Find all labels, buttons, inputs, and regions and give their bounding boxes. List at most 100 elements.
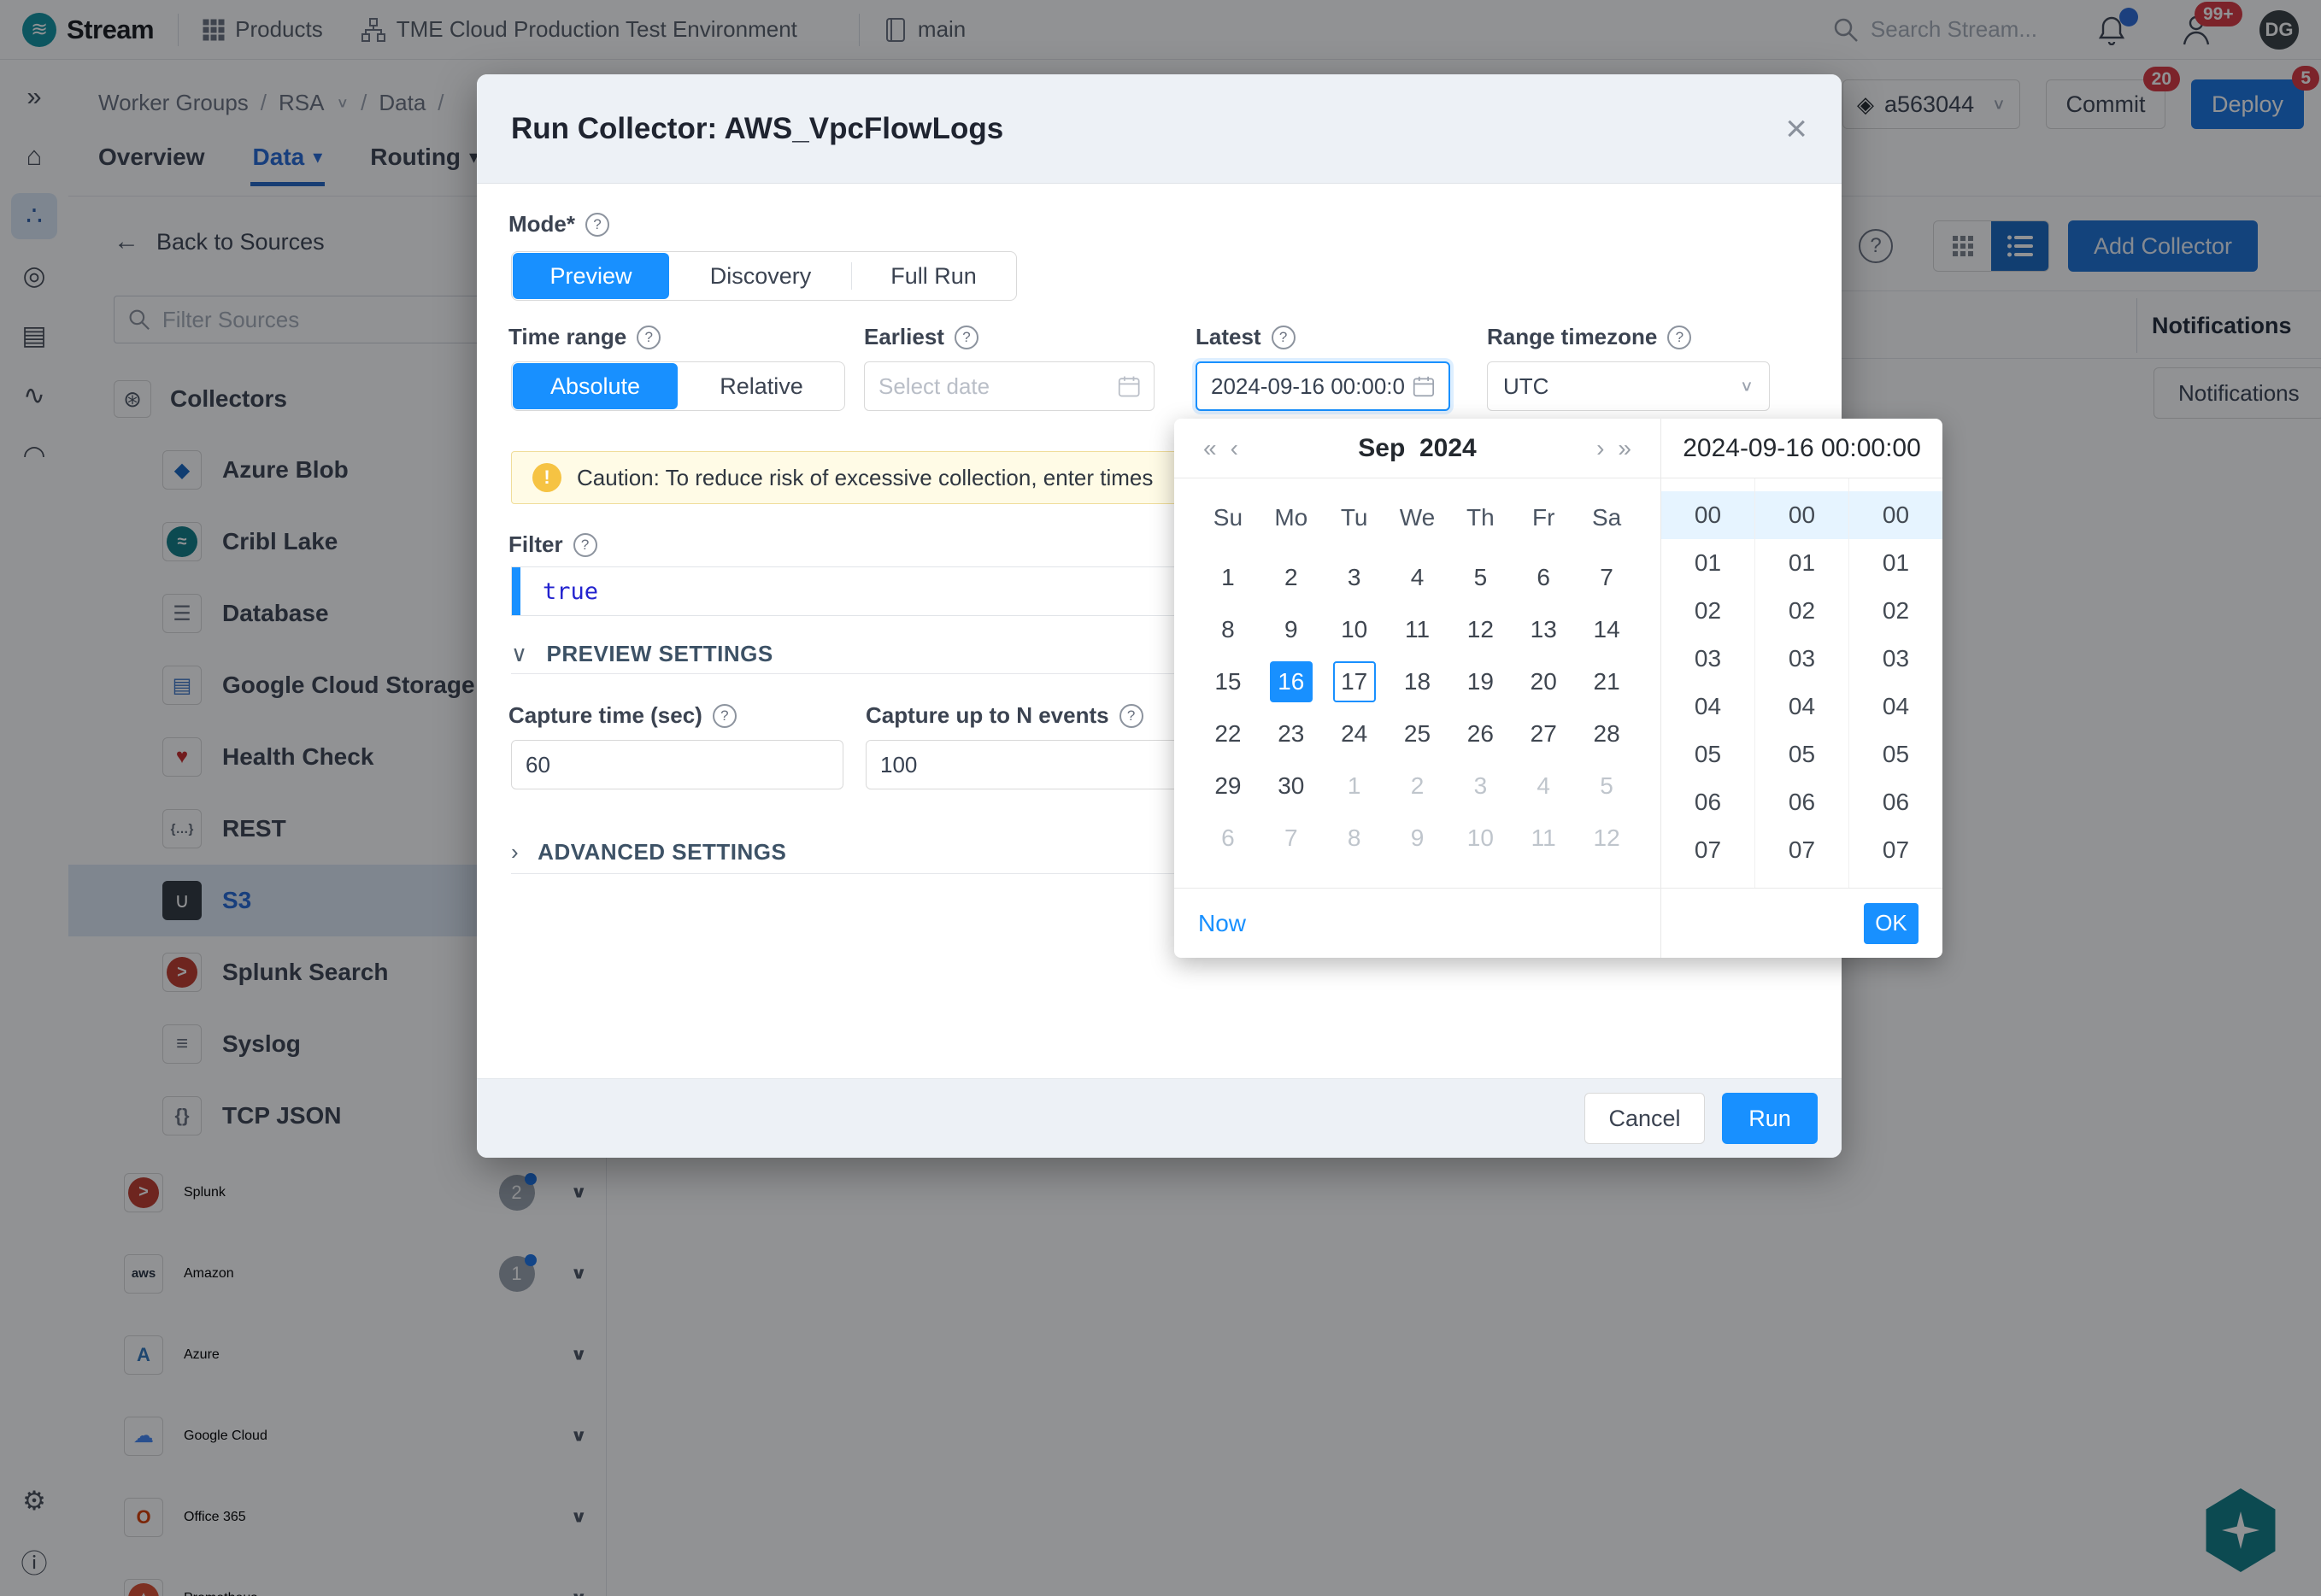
date-cell[interactable]: 7 [1260,812,1323,864]
date-cell[interactable]: 17 [1323,655,1386,707]
date-cell[interactable]: 10 [1448,812,1512,864]
latest-date-field[interactable] [1211,373,1404,400]
cancel-button[interactable]: Cancel [1584,1093,1705,1144]
date-cell[interactable]: 29 [1196,760,1260,812]
date-cell[interactable]: 21 [1575,655,1638,707]
close-icon[interactable]: × [1785,110,1807,148]
seconds-option[interactable]: 00 [1849,491,1942,539]
date-14[interactable]: 14 [1585,609,1628,650]
date-cell[interactable]: 11 [1386,603,1449,655]
date-19[interactable]: 19 [1459,661,1501,702]
date-cell[interactable]: 16 [1260,655,1323,707]
hours-option[interactable]: 05 [1661,731,1754,778]
date-cell[interactable]: 12 [1575,812,1638,864]
date-cell[interactable]: 8 [1323,812,1386,864]
date-27[interactable]: 27 [1522,713,1565,754]
time-range-absolute[interactable]: Absolute [513,363,678,409]
date-24[interactable]: 24 [1333,713,1376,754]
hours-option[interactable]: 03 [1661,635,1754,683]
minutes-option[interactable]: 06 [1755,778,1848,826]
date-6-muted[interactable]: 6 [1207,818,1249,859]
help-icon[interactable]: ? [1119,704,1143,728]
range-timezone-select[interactable]: UTC ∨ [1487,361,1770,411]
date-17-today[interactable]: 17 [1333,661,1376,702]
seconds-option[interactable]: 02 [1849,587,1942,635]
date-cell[interactable]: 26 [1448,707,1512,760]
hours-option[interactable]: 06 [1661,778,1754,826]
latest-date-input[interactable] [1196,361,1450,411]
date-5-muted[interactable]: 5 [1585,766,1628,807]
date-11[interactable]: 11 [1396,609,1439,650]
minutes-option[interactable]: 03 [1755,635,1848,683]
date-5[interactable]: 5 [1459,557,1501,598]
seconds-option[interactable]: 06 [1849,778,1942,826]
minutes-option[interactable]: 02 [1755,587,1848,635]
date-9[interactable]: 9 [1270,609,1313,650]
capture-time-field[interactable] [526,752,829,778]
date-9-muted[interactable]: 9 [1396,818,1439,859]
hours-option[interactable]: 04 [1661,683,1754,731]
minutes-option[interactable]: 05 [1755,731,1848,778]
date-6[interactable]: 6 [1522,557,1565,598]
date-7-muted[interactable]: 7 [1270,818,1313,859]
minutes-option[interactable]: 04 [1755,683,1848,731]
date-30[interactable]: 30 [1270,766,1313,807]
help-icon[interactable]: ? [1272,326,1296,349]
preview-settings-toggle[interactable]: ∨ PREVIEW SETTINGS [511,641,773,667]
date-18[interactable]: 18 [1396,661,1439,702]
date-1-muted[interactable]: 1 [1333,766,1376,807]
date-cell[interactable]: 15 [1196,655,1260,707]
date-29[interactable]: 29 [1207,766,1249,807]
seconds-option[interactable]: 05 [1849,731,1942,778]
date-cell[interactable]: 5 [1575,760,1638,812]
date-12-muted[interactable]: 12 [1585,818,1628,859]
date-23[interactable]: 23 [1270,713,1313,754]
date-cell[interactable]: 10 [1323,603,1386,655]
earliest-date-input[interactable] [864,361,1155,411]
date-cell[interactable]: 23 [1260,707,1323,760]
date-7[interactable]: 7 [1585,557,1628,598]
help-icon[interactable]: ? [585,213,609,237]
mode-full-run[interactable]: Full Run [851,252,1016,300]
date-cell[interactable]: 24 [1323,707,1386,760]
month-year-label[interactable]: Sep 2024 [1245,434,1589,463]
date-1[interactable]: 1 [1207,557,1249,598]
date-4-muted[interactable]: 4 [1522,766,1565,807]
prev-year-button[interactable]: « [1196,435,1224,462]
date-15[interactable]: 15 [1207,661,1249,702]
date-cell[interactable]: 9 [1260,603,1323,655]
now-link[interactable]: Now [1198,910,1246,937]
date-8-muted[interactable]: 8 [1333,818,1376,859]
capture-events-input[interactable] [866,740,1199,789]
date-cell[interactable]: 1 [1323,760,1386,812]
date-cell[interactable]: 20 [1512,655,1575,707]
date-8[interactable]: 8 [1207,609,1249,650]
date-16-selected[interactable]: 16 [1270,661,1313,702]
date-12[interactable]: 12 [1459,609,1501,650]
date-cell[interactable]: 8 [1196,603,1260,655]
date-3[interactable]: 3 [1333,557,1376,598]
date-cell[interactable]: 1 [1196,551,1260,603]
ok-button[interactable]: OK [1864,903,1918,944]
help-icon[interactable]: ? [713,704,737,728]
date-cell[interactable]: 13 [1512,603,1575,655]
date-3-muted[interactable]: 3 [1459,766,1501,807]
date-4[interactable]: 4 [1396,557,1439,598]
date-cell[interactable]: 19 [1448,655,1512,707]
date-13[interactable]: 13 [1522,609,1565,650]
next-month-button[interactable]: › [1589,435,1611,462]
capture-events-field[interactable] [880,752,1184,778]
seconds-option[interactable]: 04 [1849,683,1942,731]
mode-discovery[interactable]: Discovery [670,252,851,300]
date-11-muted[interactable]: 11 [1522,818,1565,859]
date-10[interactable]: 10 [1333,609,1376,650]
hours-option[interactable]: 00 [1661,491,1754,539]
date-cell[interactable]: 12 [1448,603,1512,655]
date-cell[interactable]: 4 [1386,551,1449,603]
mode-preview[interactable]: Preview [513,253,669,299]
help-icon[interactable]: ? [955,326,978,349]
date-22[interactable]: 22 [1207,713,1249,754]
run-button[interactable]: Run [1722,1093,1818,1144]
date-10-muted[interactable]: 10 [1459,818,1501,859]
date-28[interactable]: 28 [1585,713,1628,754]
